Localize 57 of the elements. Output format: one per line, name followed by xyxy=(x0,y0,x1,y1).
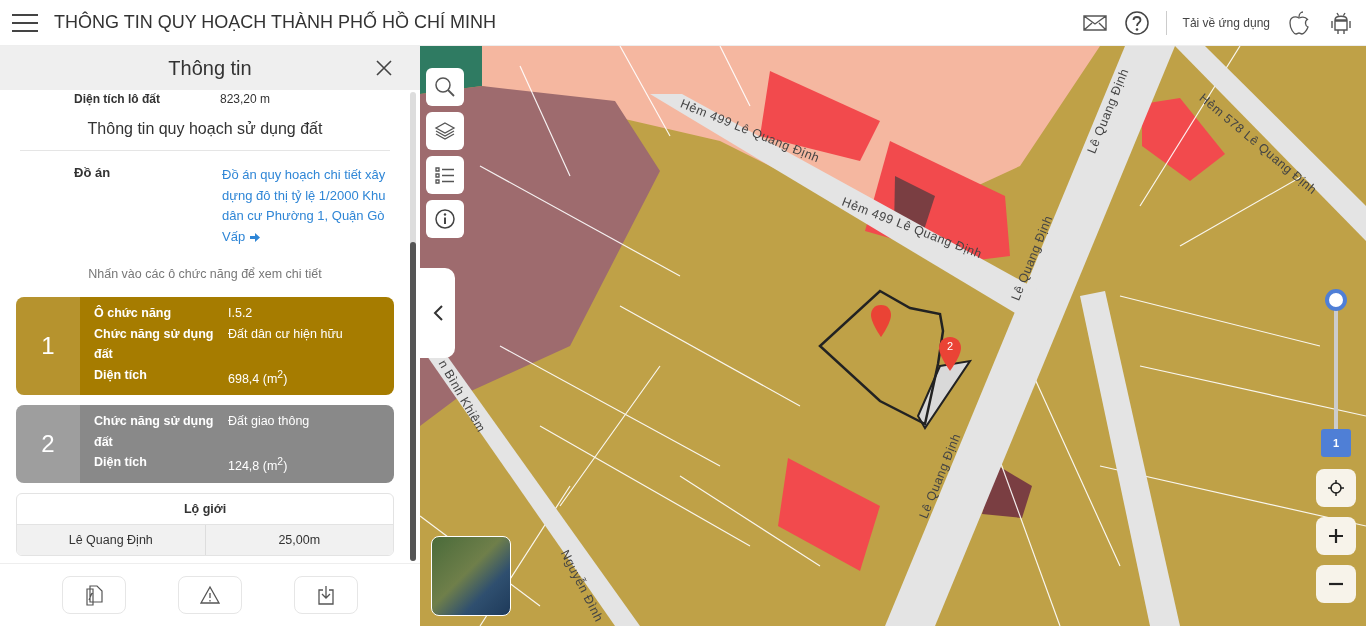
info-value: 823,20 m xyxy=(220,92,271,106)
download-button[interactable] xyxy=(294,576,358,614)
help-icon[interactable] xyxy=(1123,9,1150,36)
table-cell: 25,00m xyxy=(204,524,393,555)
hint-text: Nhấn vào các ô chức năng để xem chi tiết xyxy=(87,266,323,283)
collapse-panel-button[interactable] xyxy=(420,268,455,358)
info-button[interactable] xyxy=(426,200,464,238)
warning-button[interactable] xyxy=(178,576,242,614)
zone-field-label: Diện tích xyxy=(94,454,148,472)
search-button[interactable] xyxy=(426,68,464,106)
info-icon[interactable] xyxy=(434,208,456,230)
layer-slider[interactable] xyxy=(1325,289,1347,429)
plan-label: Đồ án xyxy=(74,165,112,182)
zone-field-label: Chức năng sử dụng đất xyxy=(94,325,214,363)
zoom-in-button[interactable] xyxy=(1316,517,1356,555)
zone-field-value: Đất dân cư hiện hữu xyxy=(228,325,344,343)
scrollbar[interactable] xyxy=(410,92,416,561)
document-icon[interactable] xyxy=(84,584,104,606)
slider-value-label: 1 xyxy=(1321,429,1351,457)
download-icon[interactable] xyxy=(316,584,336,606)
table-cell-text: Lê Quang Định xyxy=(67,531,154,549)
zone-field-label: Chức năng sử dụng đất xyxy=(94,413,214,451)
app-title: THÔNG TIN QUY HOẠCH THÀNH PHỐ HỒ CHÍ MINH xyxy=(54,12,498,33)
download-app-label: Tải về ứng dụng xyxy=(1182,15,1270,30)
list-icon[interactable] xyxy=(434,164,456,186)
zone-card[interactable]: 2 Chức năng sử dụng đất Đất giao thông Diện tích 124,8 (m$^{2}$) xyxy=(16,405,394,483)
search-icon[interactable] xyxy=(434,76,456,98)
zone-field-label: Diện tích xyxy=(94,366,148,384)
locate-button[interactable] xyxy=(1316,469,1356,507)
panel-title: Thông tin xyxy=(168,56,252,80)
arrow-right-icon[interactable] xyxy=(248,231,261,243)
layers-icon[interactable] xyxy=(434,120,456,142)
document-button[interactable] xyxy=(62,576,126,614)
plus-icon[interactable] xyxy=(1328,528,1344,544)
chevron-left-icon[interactable] xyxy=(431,304,444,322)
crosshair-icon[interactable] xyxy=(1327,479,1345,497)
zone-field-value: Đất giao thông xyxy=(228,413,311,431)
zone-card[interactable]: 1 Ô chức năng I.5.2 Chức năng sử dụng đất Đất dân cư hiện hữu Diện tích 698,4 (m$^{2}$) xyxy=(16,297,394,396)
warning-icon[interactable] xyxy=(200,584,220,606)
menu-button[interactable] xyxy=(12,13,38,32)
zone-field-value: 698,4 (m$^{2}$) xyxy=(228,367,289,388)
close-button[interactable] xyxy=(374,58,394,78)
section-title: Thông tin quy hoạch sử dụng đất xyxy=(20,106,390,151)
table-header: Lộ giới xyxy=(182,500,228,518)
info-label: Diện tích lô đất xyxy=(74,92,160,106)
zone-field-label: Ô chức năng xyxy=(94,304,173,322)
zone-number: 2 xyxy=(41,430,55,458)
numbered-map-pin[interactable]: 2 xyxy=(938,336,962,372)
zone-field-value: 124,8 (m$^{2}$) xyxy=(228,455,289,476)
slider-thumb[interactable] xyxy=(1325,289,1347,311)
list-button[interactable] xyxy=(426,156,464,194)
plan-link[interactable]: Đồ án quy hoạch chi tiết xây dựng đô thị tỷ lệ 1/2000 Khu dân cư Phường 1, Quận Gò Vấp xyxy=(222,165,392,247)
satellite-minimap[interactable] xyxy=(431,536,511,616)
layers-button[interactable] xyxy=(426,112,464,150)
zone-number: 1 xyxy=(41,332,55,361)
zone-field-value: I.5.2 xyxy=(228,305,254,322)
apple-icon[interactable] xyxy=(1286,9,1312,36)
